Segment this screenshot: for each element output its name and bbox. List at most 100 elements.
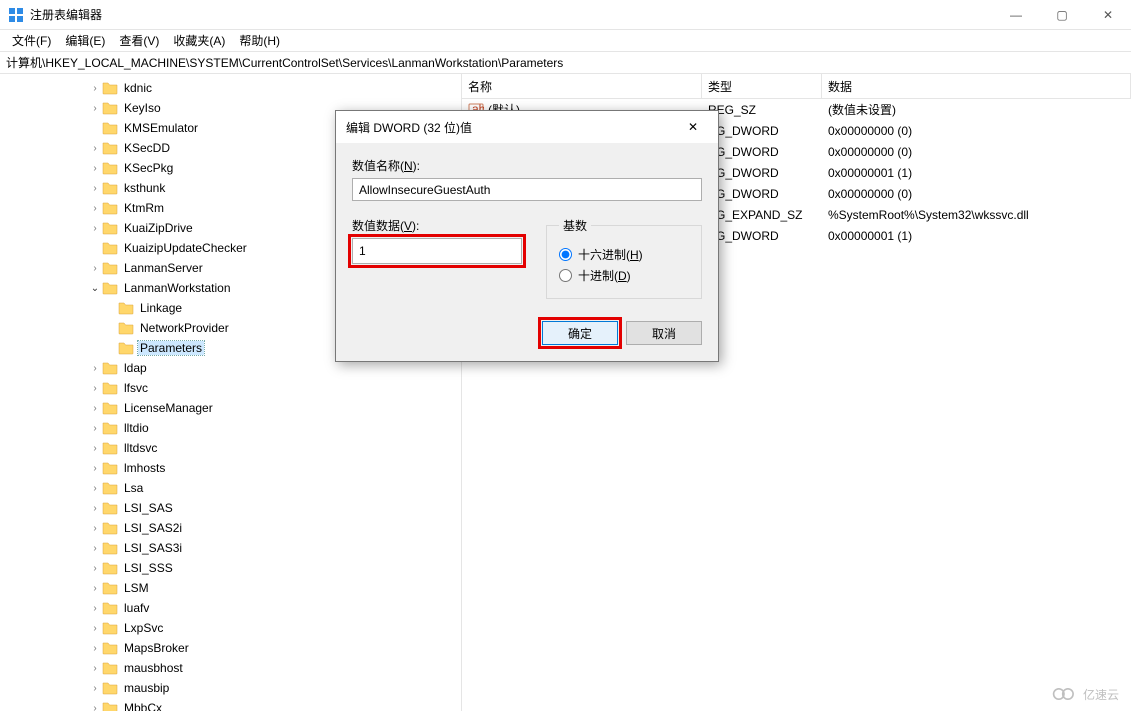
col-header-name[interactable]: 名称 <box>462 74 702 98</box>
col-header-type[interactable]: 类型 <box>702 74 822 98</box>
tree-item[interactable]: › LSI_SAS3i <box>0 538 461 558</box>
dialog-titlebar[interactable]: 编辑 DWORD (32 位)值 ✕ <box>336 111 718 143</box>
chevron-right-icon[interactable]: › <box>88 683 102 694</box>
folder-icon <box>102 140 118 156</box>
chevron-right-icon[interactable]: › <box>88 703 102 711</box>
menu-help[interactable]: 帮助(H) <box>233 30 286 51</box>
tree-item-label: LanmanServer <box>122 261 205 275</box>
menu-favorites[interactable]: 收藏夹(A) <box>167 30 231 51</box>
folder-icon <box>102 280 118 296</box>
chevron-right-icon[interactable]: › <box>88 103 102 114</box>
folder-icon <box>102 500 118 516</box>
chevron-right-icon[interactable]: › <box>88 143 102 154</box>
value-data-label: 数值数据(V): <box>352 217 522 234</box>
chevron-right-icon[interactable]: › <box>88 363 102 374</box>
radix-dec-radio[interactable]: 十进制(D) <box>559 267 689 284</box>
chevron-right-icon[interactable]: › <box>88 583 102 594</box>
address-path: 计算机\HKEY_LOCAL_MACHINE\SYSTEM\CurrentCon… <box>6 54 563 71</box>
menu-view[interactable]: 查看(V) <box>113 30 165 51</box>
folder-icon <box>102 180 118 196</box>
chevron-right-icon[interactable]: › <box>88 463 102 474</box>
minimize-button[interactable]: — <box>993 0 1039 30</box>
dialog-close-button[interactable]: ✕ <box>678 112 708 142</box>
tree-item[interactable]: › lltdsvc <box>0 438 461 458</box>
chevron-right-icon[interactable]: › <box>88 423 102 434</box>
tree-item-label: LSI_SSS <box>122 561 175 575</box>
menu-edit[interactable]: 编辑(E) <box>59 30 111 51</box>
tree-item[interactable]: › LSM <box>0 578 461 598</box>
folder-icon <box>102 80 118 96</box>
chevron-right-icon[interactable]: › <box>88 543 102 554</box>
tree-item-label: lmhosts <box>122 461 167 475</box>
value-data-input[interactable] <box>352 238 522 264</box>
maximize-button[interactable]: ▢ <box>1039 0 1085 30</box>
radix-hex-radio[interactable]: 十六进制(H) <box>559 246 689 263</box>
tree-item-label: Parameters <box>138 341 204 355</box>
ok-button[interactable]: 确定 <box>542 321 618 345</box>
folder-icon <box>102 660 118 676</box>
tree-item-label: LSM <box>122 581 151 595</box>
radix-dec-input[interactable] <box>559 269 572 282</box>
chevron-right-icon[interactable]: › <box>88 643 102 654</box>
folder-icon <box>102 240 118 256</box>
tree-item[interactable]: ›LicenseManager <box>0 398 461 418</box>
chevron-right-icon[interactable]: › <box>88 263 102 274</box>
chevron-right-icon[interactable]: › <box>88 603 102 614</box>
tree-item[interactable]: ›kdnic <box>0 78 461 98</box>
chevron-right-icon[interactable]: › <box>88 443 102 454</box>
chevron-right-icon[interactable]: › <box>88 163 102 174</box>
tree-item[interactable]: ›luafv <box>0 598 461 618</box>
folder-icon <box>102 120 118 136</box>
chevron-right-icon[interactable]: › <box>88 223 102 234</box>
chevron-right-icon[interactable]: › <box>88 523 102 534</box>
chevron-right-icon[interactable]: › <box>88 403 102 414</box>
folder-icon <box>118 300 134 316</box>
tree-item-label: lltdsvc <box>122 441 159 455</box>
value-data: 0x00000001 (1) <box>822 229 1131 243</box>
tree-item[interactable]: ›lfsvc <box>0 378 461 398</box>
chevron-right-icon[interactable]: › <box>88 483 102 494</box>
tree-item[interactable]: ›MapsBroker <box>0 638 461 658</box>
radix-hex-input[interactable] <box>559 248 572 261</box>
folder-icon <box>102 400 118 416</box>
tree-item[interactable]: ›LxpSvc <box>0 618 461 638</box>
tree-item-label: LSI_SAS3i <box>122 541 184 555</box>
tree-item[interactable]: ›mausbip <box>0 678 461 698</box>
cancel-button[interactable]: 取消 <box>626 321 702 345</box>
tree-item[interactable]: › lltdio <box>0 418 461 438</box>
chevron-right-icon[interactable]: › <box>88 83 102 94</box>
chevron-right-icon[interactable]: › <box>88 203 102 214</box>
chevron-down-icon[interactable]: ⌄ <box>88 283 102 294</box>
tree-item[interactable]: ›MbbCx <box>0 698 461 711</box>
col-header-data[interactable]: 数据 <box>822 74 1131 98</box>
chevron-right-icon[interactable]: › <box>88 503 102 514</box>
tree-item[interactable]: › LSI_SSS <box>0 558 461 578</box>
tree-item-label: KeyIso <box>122 101 163 115</box>
chevron-right-icon[interactable]: › <box>88 563 102 574</box>
chevron-right-icon[interactable]: › <box>88 663 102 674</box>
menu-file[interactable]: 文件(F) <box>6 30 57 51</box>
value-type: EG_DWORD <box>702 124 822 138</box>
close-window-button[interactable]: ✕ <box>1085 0 1131 30</box>
tree-item[interactable]: › LSI_SAS2i <box>0 518 461 538</box>
tree-item[interactable]: › mausbhost <box>0 658 461 678</box>
tree-item[interactable]: ›Lsa <box>0 478 461 498</box>
chevron-right-icon[interactable]: › <box>88 183 102 194</box>
tree-item-label: ksthunk <box>122 181 167 195</box>
tree-item[interactable]: › lmhosts <box>0 458 461 478</box>
value-type: EG_EXPAND_SZ <box>702 208 822 222</box>
folder-icon <box>102 680 118 696</box>
tree-item-label: LSI_SAS2i <box>122 521 184 535</box>
value-type: EG_DWORD <box>702 187 822 201</box>
value-type: EG_DWORD <box>702 166 822 180</box>
value-name-label: 数值名称(N): <box>352 157 702 174</box>
chevron-right-icon[interactable]: › <box>88 623 102 634</box>
value-name-input[interactable] <box>352 178 702 201</box>
tree-item-label: LanmanWorkstation <box>122 281 233 295</box>
value-data: 0x00000000 (0) <box>822 187 1131 201</box>
chevron-right-icon[interactable]: › <box>88 383 102 394</box>
tree-item-label: mausbhost <box>122 661 185 675</box>
address-bar[interactable]: 计算机\HKEY_LOCAL_MACHINE\SYSTEM\CurrentCon… <box>0 51 1131 74</box>
tree-item[interactable]: ›LSI_SAS <box>0 498 461 518</box>
tree-item-label: lltdio <box>122 421 151 435</box>
